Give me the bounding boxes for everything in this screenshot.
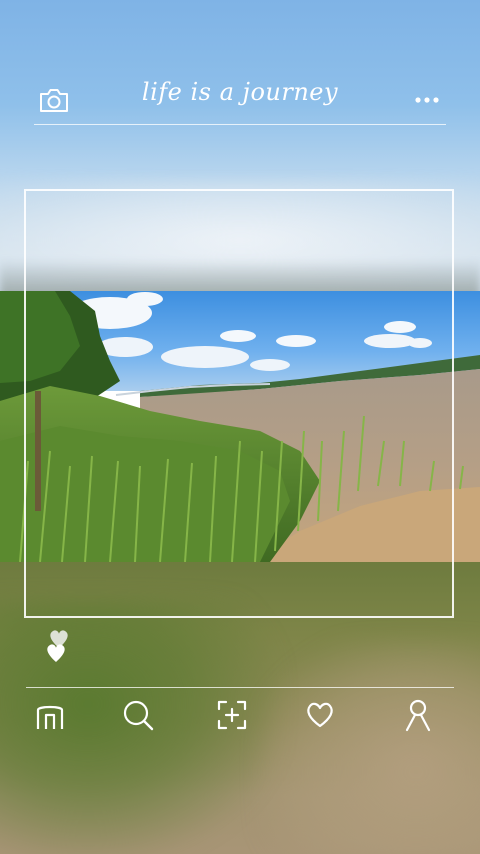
search-icon[interactable] [121, 698, 155, 732]
home-icon[interactable] [33, 698, 67, 732]
add-photo-icon[interactable] [215, 698, 249, 732]
profile-icon[interactable] [401, 698, 435, 732]
header-divider [34, 124, 446, 125]
background-sand-blur [260, 640, 480, 854]
camera-icon[interactable] [38, 86, 70, 114]
app-title: life is a journey [141, 78, 339, 106]
heart-icon[interactable] [42, 626, 76, 664]
top-bar: life is a journey [0, 72, 480, 128]
photo-frame [24, 189, 454, 618]
heart-outline-icon[interactable] [303, 698, 337, 732]
more-dots-icon[interactable] [414, 92, 442, 108]
nav-divider [26, 687, 454, 688]
